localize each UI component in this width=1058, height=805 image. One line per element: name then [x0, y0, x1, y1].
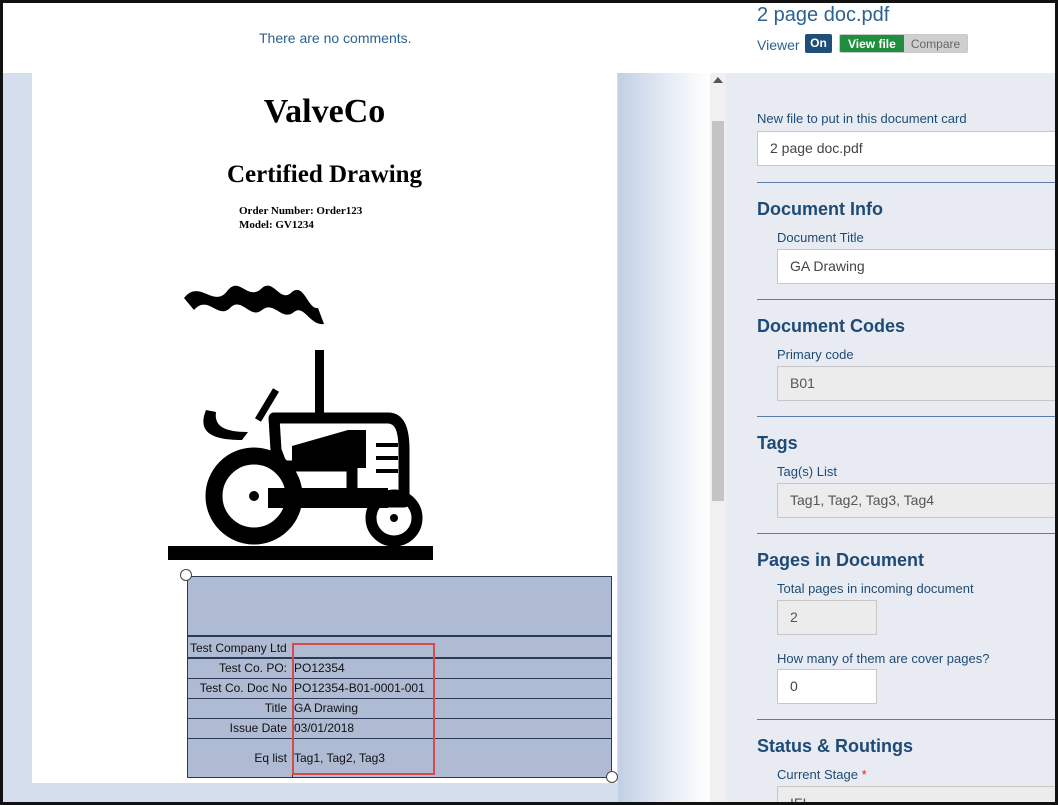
- current-stage-label-text: Current Stage: [777, 767, 858, 782]
- tags-heading: Tags: [757, 433, 798, 453]
- total-pages-input[interactable]: 2: [777, 600, 877, 635]
- section-divider: [757, 416, 1055, 417]
- stamp-row-label: Test Co. PO:: [218, 661, 287, 675]
- new-file-label: New file to put in this document card: [757, 111, 967, 126]
- primary-code-input[interactable]: B01: [777, 366, 1055, 401]
- doc-model: Model: GV1234: [239, 219, 314, 231]
- resize-handle-top-left[interactable]: [180, 569, 192, 581]
- current-stage-label: Current Stage *: [777, 767, 867, 782]
- section-divider: [757, 299, 1055, 300]
- file-title: 2 page doc.pdf: [757, 4, 890, 26]
- stamp-row-label: Title: [264, 701, 287, 715]
- viewer-gutter: [618, 73, 710, 802]
- document-title-label: Document Title: [777, 230, 864, 245]
- section-divider: [757, 182, 1055, 183]
- section-divider: [757, 533, 1055, 534]
- required-marker: *: [861, 767, 867, 782]
- document-title-input[interactable]: GA Drawing: [777, 249, 1055, 284]
- doc-company-name: ValveCo: [263, 93, 386, 130]
- stamp-company: Test Company Ltd: [190, 641, 287, 655]
- section-divider: [757, 719, 1055, 720]
- pages-heading: Pages in Document: [757, 550, 925, 570]
- total-pages-label: Total pages in incoming document: [777, 581, 974, 596]
- primary-code-label: Primary code: [777, 347, 854, 362]
- current-stage-select[interactable]: IFI: [777, 786, 1055, 802]
- view-mode-group: View file Compare: [839, 34, 969, 53]
- document-codes-heading: Document Codes: [757, 316, 906, 336]
- cover-pages-label: How many of them are cover pages?: [777, 651, 990, 666]
- viewer-toggle[interactable]: On: [805, 34, 832, 53]
- tags-list-input[interactable]: Tag1, Tag2, Tag3, Tag4: [777, 483, 1055, 518]
- stamp-row-label: Eq list: [254, 751, 287, 765]
- compare-button[interactable]: Compare: [903, 35, 968, 52]
- doc-order-number: Order Number: Order123: [239, 205, 363, 217]
- document-info-heading: Document Info: [757, 199, 883, 219]
- stamp-row-label: Issue Date: [229, 721, 287, 735]
- no-comments-message: There are no comments.: [259, 30, 412, 46]
- status-routings-heading: Status & Routings: [757, 736, 913, 756]
- viewer-scrollbar[interactable]: [710, 73, 726, 802]
- stamp-header-band: [188, 577, 611, 637]
- resize-handle-bottom-right[interactable]: [606, 771, 618, 783]
- scroll-up-arrow-icon[interactable]: [713, 77, 723, 83]
- viewer-label: Viewer: [757, 37, 800, 53]
- selection-highlight[interactable]: [292, 643, 435, 775]
- tractor-illustration: [168, 285, 433, 560]
- view-file-button[interactable]: View file: [840, 35, 904, 52]
- new-file-input[interactable]: 2 page doc.pdf: [757, 131, 1055, 166]
- cover-pages-input[interactable]: 0: [777, 669, 877, 704]
- scroll-thumb[interactable]: [712, 121, 724, 501]
- doc-title: Certified Drawing: [226, 161, 423, 188]
- app-window: There are no comments. 2 page doc.pdf Vi…: [0, 0, 1058, 805]
- tags-list-label: Tag(s) List: [777, 464, 837, 479]
- stamp-row-label: Test Co. Doc No: [199, 681, 287, 695]
